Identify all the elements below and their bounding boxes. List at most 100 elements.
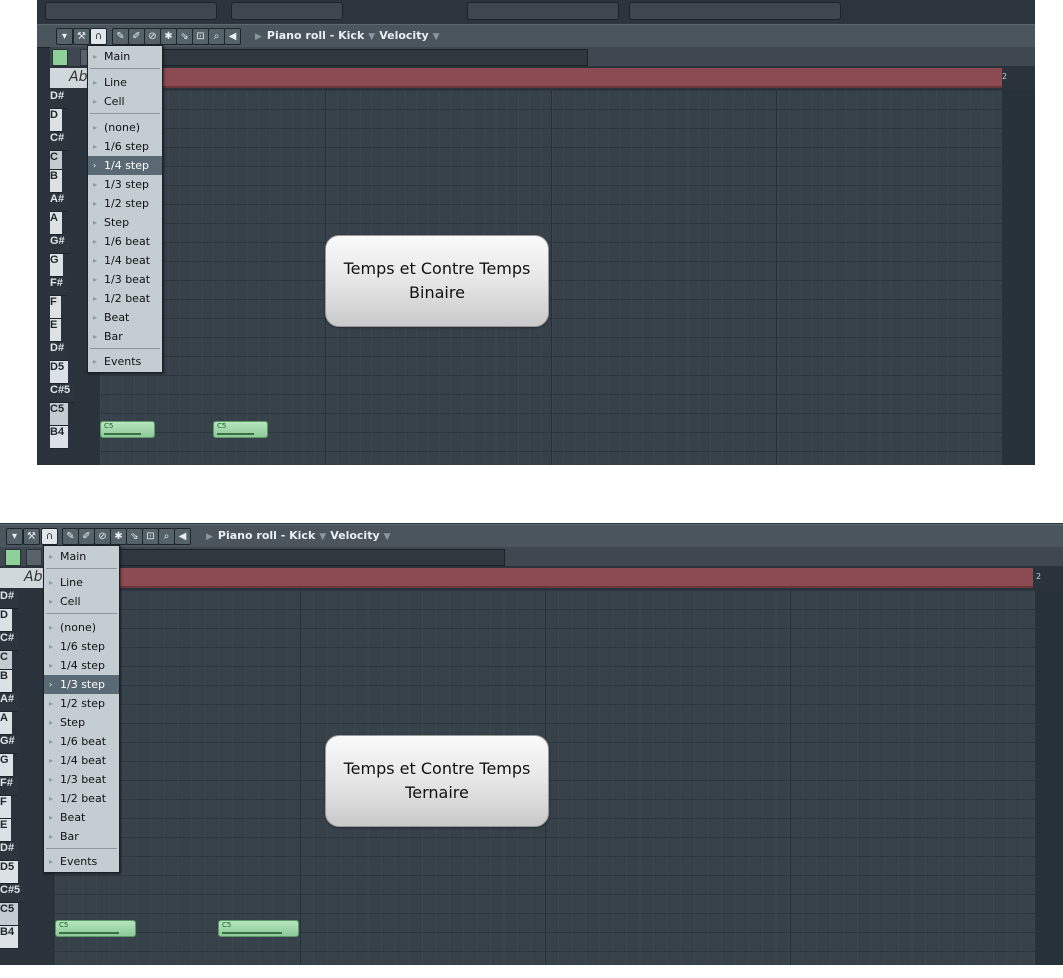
piano-roll-title[interactable]: Piano roll - Kick [267, 29, 364, 42]
pencil-icon[interactable]: ✎ [112, 28, 129, 45]
menu-item-cell[interactable]: ▸ Cell [44, 592, 119, 611]
menu-item-third-step[interactable]: › 1/3 step [44, 675, 119, 694]
menu-item-sixth-step[interactable]: ▸ 1/6 step [88, 137, 162, 156]
piano-roll-title[interactable]: Piano roll - Kick [218, 529, 315, 542]
key[interactable]: D5 [0, 861, 19, 884]
key[interactable]: F# [50, 277, 67, 296]
menu-item-third-beat[interactable]: ▸ 1/3 beat [44, 770, 119, 789]
step-sequencer-slot[interactable] [629, 2, 841, 20]
horizontal-scrollbar[interactable] [111, 549, 505, 566]
key[interactable]: D# [0, 842, 19, 861]
menu-item-step[interactable]: ▸ Step [88, 213, 162, 232]
brush-icon[interactable]: ✐ [78, 528, 95, 545]
velocity-selector[interactable]: Velocity [330, 529, 379, 542]
top-strip-slot[interactable] [231, 2, 343, 20]
key[interactable]: F [0, 796, 11, 819]
step-sequencer-slot[interactable] [467, 2, 619, 20]
menu-item-third-beat[interactable]: ▸ 1/3 beat [88, 270, 162, 289]
menu-item-step[interactable]: ▸ Step [44, 713, 119, 732]
piano-roll-breadcrumb[interactable]: ▶ Piano roll - Kick ▼ Velocity ▼ [255, 28, 444, 45]
menu-arrow-icon[interactable]: ▾ [56, 28, 73, 45]
menu-item-quarter-beat[interactable]: ▸ 1/4 beat [88, 251, 162, 270]
menu-item-half-beat[interactable]: ▸ 1/2 beat [88, 289, 162, 308]
note[interactable]: C5 [55, 920, 136, 937]
key[interactable]: A# [0, 693, 19, 712]
key[interactable]: D [0, 609, 12, 632]
note-grid[interactable] [55, 590, 1063, 965]
draw-mode-icon[interactable] [26, 549, 42, 566]
key[interactable]: C# [50, 132, 69, 151]
note[interactable]: C5 [218, 920, 299, 937]
speaker-icon[interactable]: ◀ [174, 528, 191, 545]
key[interactable]: C#5 [0, 884, 25, 903]
menu-item-beat[interactable]: ▸ Beat [44, 808, 119, 827]
magnet-snap-icon[interactable]: ∩ [41, 528, 58, 545]
piano-roll-breadcrumb[interactable]: ▶ Piano roll - Kick ▼ Velocity ▼ [206, 528, 395, 545]
menu-item-main[interactable]: ▸ Main [88, 47, 162, 66]
timeline-bar[interactable] [100, 68, 1002, 88]
mute-icon[interactable]: ✱ [110, 528, 127, 545]
zoom-icon[interactable]: ⌕ [208, 28, 225, 45]
top-strip-slot[interactable] [45, 2, 217, 20]
key[interactable]: A [50, 212, 62, 235]
pencil-icon[interactable]: ✎ [62, 528, 79, 545]
key[interactable]: D# [50, 342, 69, 361]
menu-item-line[interactable]: ▸ Line [88, 73, 162, 92]
zoom-icon[interactable]: ⌕ [158, 528, 175, 545]
key[interactable]: D [50, 109, 62, 132]
key[interactable]: D5 [50, 361, 69, 384]
key[interactable]: C# [0, 632, 19, 651]
menu-item-beat[interactable]: ▸ Beat [88, 308, 162, 327]
key[interactable]: B4 [0, 926, 19, 949]
key[interactable]: B4 [50, 426, 69, 449]
chevron-down-icon[interactable]: ▼ [384, 532, 391, 542]
key[interactable]: E [0, 819, 12, 842]
key[interactable]: D# [0, 590, 19, 609]
menu-item-quarter-step[interactable]: ▸ 1/4 step [44, 656, 119, 675]
key[interactable]: C [50, 151, 62, 170]
chevron-down-icon[interactable]: ▼ [368, 32, 375, 42]
menu-item-sixth-beat[interactable]: ▸ 1/6 beat [88, 232, 162, 251]
key[interactable]: A [0, 712, 12, 735]
menu-item-none[interactable]: ▸ (none) [88, 118, 162, 137]
key[interactable]: C [0, 651, 12, 670]
brush-icon[interactable]: ✐ [128, 28, 145, 45]
menu-item-sixth-beat[interactable]: ▸ 1/6 beat [44, 732, 119, 751]
menu-item-none[interactable]: ▸ (none) [44, 618, 119, 637]
key[interactable]: D# [50, 90, 69, 109]
note[interactable]: C5 [100, 421, 155, 438]
menu-item-half-beat[interactable]: ▸ 1/2 beat [44, 789, 119, 808]
menu-item-line[interactable]: ▸ Line [44, 573, 119, 592]
key[interactable]: E [50, 319, 62, 342]
key[interactable]: C#5 [50, 384, 75, 403]
key[interactable]: G# [0, 735, 19, 754]
menu-item-main[interactable]: ▸ Main [44, 547, 119, 566]
key[interactable]: A# [50, 193, 69, 212]
mute-icon[interactable]: ✱ [160, 28, 177, 45]
horizontal-scrollbar[interactable] [162, 49, 588, 66]
key[interactable]: C5 [0, 903, 19, 926]
magnet-snap-icon[interactable]: ∩ [90, 28, 107, 45]
menu-item-bar[interactable]: ▸ Bar [44, 827, 119, 846]
menu-arrow-icon[interactable]: ▾ [6, 528, 23, 545]
wrench-icon[interactable]: ⚒ [73, 28, 90, 45]
select-icon[interactable]: ⊡ [192, 28, 209, 45]
key[interactable]: F# [0, 777, 17, 796]
menu-item-quarter-beat[interactable]: ▸ 1/4 beat [44, 751, 119, 770]
menu-item-half-step[interactable]: ▸ 1/2 step [88, 194, 162, 213]
menu-item-cell[interactable]: ▸ Cell [88, 92, 162, 111]
timeline-bar[interactable] [55, 568, 1033, 588]
wrench-icon[interactable]: ⚒ [23, 528, 40, 545]
menu-item-quarter-step[interactable]: › 1/4 step [88, 156, 162, 175]
delete-icon[interactable]: ⊘ [94, 528, 111, 545]
key[interactable]: B [0, 670, 12, 693]
menu-item-half-step[interactable]: ▸ 1/2 step [44, 694, 119, 713]
note-grid[interactable] [100, 90, 1035, 465]
slice-icon[interactable]: ⇘ [126, 528, 143, 545]
slice-icon[interactable]: ⇘ [176, 28, 193, 45]
menu-item-bar[interactable]: ▸ Bar [88, 327, 162, 346]
menu-item-events[interactable]: ▸ Events [88, 352, 162, 371]
chevron-down-icon[interactable]: ▼ [319, 532, 326, 542]
menu-item-third-step[interactable]: ▸ 1/3 step [88, 175, 162, 194]
key[interactable]: F [50, 296, 61, 319]
